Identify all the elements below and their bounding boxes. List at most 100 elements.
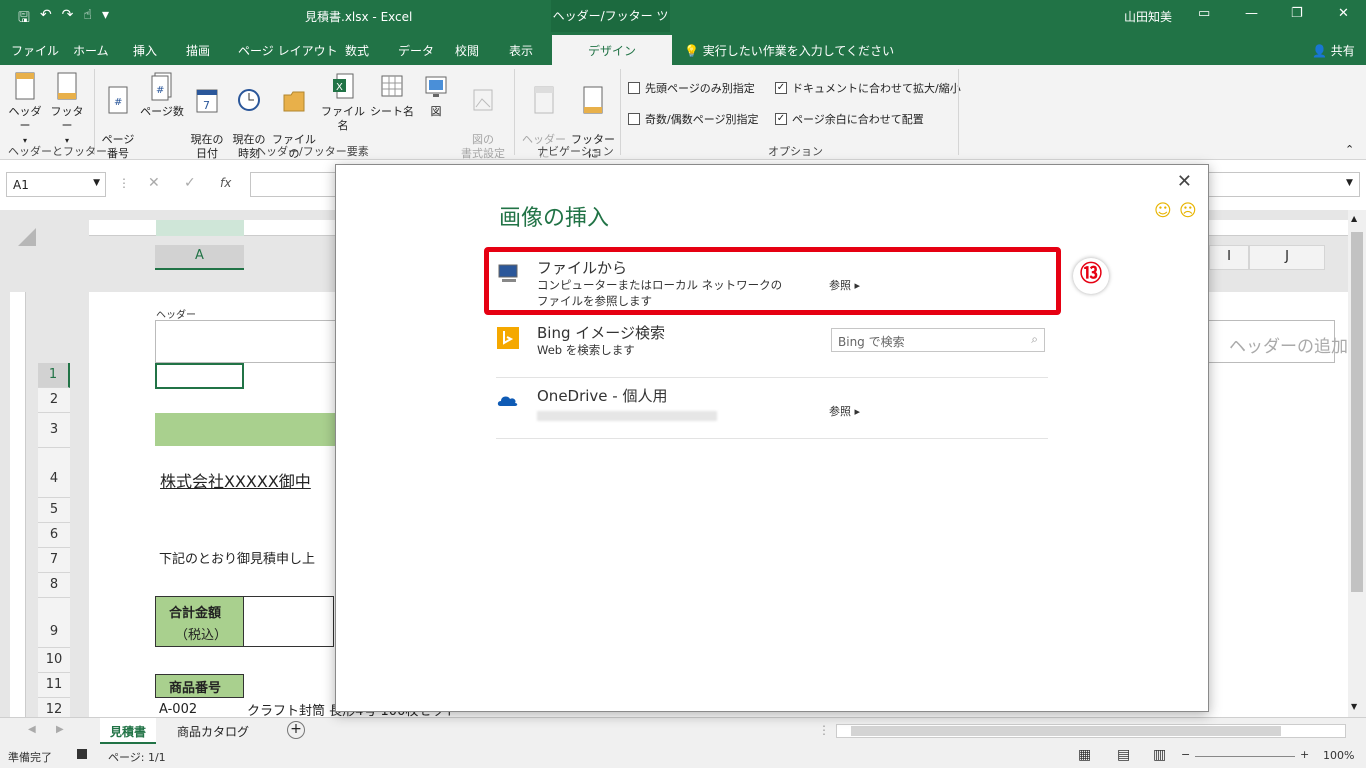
close-icon[interactable]: ✕ <box>1177 171 1192 192</box>
header-area-label: ヘッダー <box>156 310 196 321</box>
tab-draw[interactable]: 描画 <box>186 42 210 59</box>
odd-even-checkbox[interactable]: 奇数/偶数ページ別指定 <box>628 111 759 127</box>
source-bing-search[interactable]: Bing イメージ検索 Web を検索します Bing で検索 ⌕ <box>496 320 1048 378</box>
row-header[interactable]: 6 <box>38 523 70 548</box>
row-header[interactable]: 12 <box>38 698 70 717</box>
row-header[interactable]: 7 <box>38 548 70 573</box>
file-name-button[interactable]: X ファイル名 <box>320 71 366 133</box>
current-date-button[interactable]: 7 現在の 日付 <box>188 71 226 161</box>
column-header-a[interactable]: A <box>155 245 244 270</box>
user-name[interactable]: 山田知美 <box>1124 8 1172 25</box>
undo-icon[interactable]: ↶ <box>40 7 52 31</box>
onedrive-cloud-icon <box>497 396 518 406</box>
page-break-view-icon[interactable]: ▥ <box>1153 747 1166 763</box>
search-icon[interactable]: ⌕ <box>1031 332 1038 347</box>
tab-file[interactable]: ファイル <box>11 42 59 59</box>
current-date-label: 現在の 日付 <box>190 133 224 160</box>
customize-qat-icon[interactable]: ▾ <box>102 7 109 31</box>
save-icon[interactable]: 🖫 <box>18 7 30 31</box>
tab-view[interactable]: 表示 <box>509 42 533 59</box>
sheet-name-button[interactable]: シート名 <box>370 71 414 119</box>
row-header[interactable]: 9 <box>38 598 70 648</box>
zoom-level[interactable]: 100% <box>1323 749 1354 762</box>
tab-data[interactable]: データ <box>398 42 434 59</box>
tab-design[interactable]: デザイン <box>552 35 673 65</box>
row-header[interactable]: 3 <box>38 413 70 448</box>
cancel-icon[interactable]: ✕ <box>148 175 160 191</box>
column-header-j[interactable]: J <box>1249 245 1325 270</box>
sheet-name-label: シート名 <box>370 105 414 118</box>
prev-sheet-icon[interactable]: ◀ <box>28 724 36 735</box>
selected-cell-a1[interactable] <box>155 363 244 389</box>
page-count-label: ページ数 <box>140 105 184 118</box>
tab-formulas[interactable]: 数式 <box>345 42 369 59</box>
share-button[interactable]: 👤 共有 <box>1312 42 1355 59</box>
close-window-icon[interactable]: ✕ <box>1338 6 1349 21</box>
scroll-up-icon[interactable]: ▲ <box>1351 214 1357 223</box>
row-header[interactable]: 8 <box>38 573 70 598</box>
tab-review[interactable]: 校閲 <box>455 42 479 59</box>
tab-insert[interactable]: 挿入 <box>133 42 157 59</box>
name-box[interactable]: A1 ▼ <box>6 172 106 197</box>
column-header-i[interactable]: I <box>1209 245 1249 270</box>
zoom-slider[interactable] <box>1195 756 1295 757</box>
source-onedrive[interactable]: OneDrive - 個人用 参照 ▸ <box>496 383 1048 439</box>
tab-split-icon[interactable]: ⋮ <box>818 723 830 737</box>
title-bar: 🖫 ↶ ↷ ☝ ▾ 見積書.xlsx - Excel ヘッダー/フッター ツール… <box>0 0 1366 55</box>
footer-button[interactable]: フッター ▾ <box>48 71 86 148</box>
minimize-icon[interactable]: — <box>1245 6 1258 21</box>
sheet-grid-icon <box>381 75 403 97</box>
first-page-checkbox[interactable]: 先頭ページのみ別指定 <box>628 80 755 96</box>
sheet-tab-quote[interactable]: 見積書 <box>100 718 157 744</box>
touch-mode-icon[interactable]: ☝ <box>83 7 92 31</box>
macro-record-icon[interactable] <box>77 749 87 759</box>
select-all-icon[interactable] <box>18 228 36 246</box>
frown-icon[interactable]: ☹ <box>1179 201 1197 221</box>
zoom-in-icon[interactable]: + <box>1300 748 1309 761</box>
item-code: A-002 <box>159 702 198 717</box>
row-header[interactable]: 10 <box>38 648 70 673</box>
align-margins-checkbox[interactable]: ✓ ページ余白に合わせて配置 <box>775 111 924 127</box>
scale-with-document-checkbox[interactable]: ✓ ドキュメントに合わせて拡大/縮小 <box>775 80 961 96</box>
redo-icon[interactable]: ↷ <box>62 7 74 31</box>
enter-icon[interactable]: ✓ <box>184 175 196 191</box>
next-sheet-icon[interactable]: ▶ <box>56 724 64 735</box>
bing-search-input[interactable]: Bing で検索 ⌕ <box>831 328 1045 352</box>
zoom-out-icon[interactable]: − <box>1181 748 1190 761</box>
format-picture-button[interactable]: 図の 書式設定 <box>456 71 510 161</box>
row-header[interactable]: 4 <box>38 448 70 498</box>
tab-page-layout[interactable]: ページ レイアウト <box>238 42 338 59</box>
smile-icon[interactable]: ☺ <box>1154 201 1172 221</box>
header-button[interactable]: ヘッダー ▾ <box>6 71 44 148</box>
page-layout-view-icon[interactable]: ▤ <box>1117 747 1130 763</box>
normal-view-icon[interactable]: ▦ <box>1078 747 1091 763</box>
sheet-tab-bar: ◀ ▶ 見積書 商品カタログ + ⋮ <box>0 717 1366 745</box>
row-header[interactable]: 5 <box>38 498 70 523</box>
first-page-label: 先頭ページのみ別指定 <box>645 82 755 95</box>
sheet-tab-catalog[interactable]: 商品カタログ <box>167 718 259 744</box>
picture-button[interactable]: 図 <box>418 71 454 119</box>
scroll-down-icon[interactable]: ▼ <box>1351 702 1357 711</box>
row-header[interactable]: 1 <box>38 363 70 388</box>
status-bar: 準備完了 ページ: 1/1 ▦ ▤ ▥ − + 100% <box>0 745 1366 768</box>
vertical-scrollbar[interactable]: ▲ ▼ <box>1348 210 1366 717</box>
add-header-text[interactable]: ヘッダーの追加 <box>1229 332 1348 357</box>
page-count-button[interactable]: # ページ数 <box>140 71 184 119</box>
group-label-navigation: ナビゲーション <box>537 145 614 158</box>
expand-formula-icon[interactable]: ▼ <box>1346 178 1353 188</box>
collapse-ribbon-icon[interactable]: ⌃ <box>1345 143 1354 156</box>
source-title: Bing イメージ検索 <box>537 324 665 342</box>
horizontal-scroll-thumb[interactable] <box>851 726 1281 736</box>
chevron-down-icon[interactable]: ▼ <box>93 178 100 188</box>
row-header[interactable]: 11 <box>38 673 70 698</box>
add-sheet-icon[interactable]: + <box>287 721 305 739</box>
scroll-thumb[interactable] <box>1351 232 1363 592</box>
tab-home[interactable]: ホーム <box>73 42 109 59</box>
horizontal-scrollbar[interactable] <box>836 724 1346 738</box>
browse-link[interactable]: 参照 ▸ <box>829 403 860 419</box>
tell-me-box[interactable]: 💡 実行したい作業を入力してください <box>684 42 894 59</box>
insert-function-icon[interactable]: fx <box>220 176 231 190</box>
restore-icon[interactable]: ❐ <box>1291 6 1303 21</box>
ribbon-display-icon[interactable]: ▭ <box>1198 6 1210 21</box>
row-header[interactable]: 2 <box>38 388 70 413</box>
